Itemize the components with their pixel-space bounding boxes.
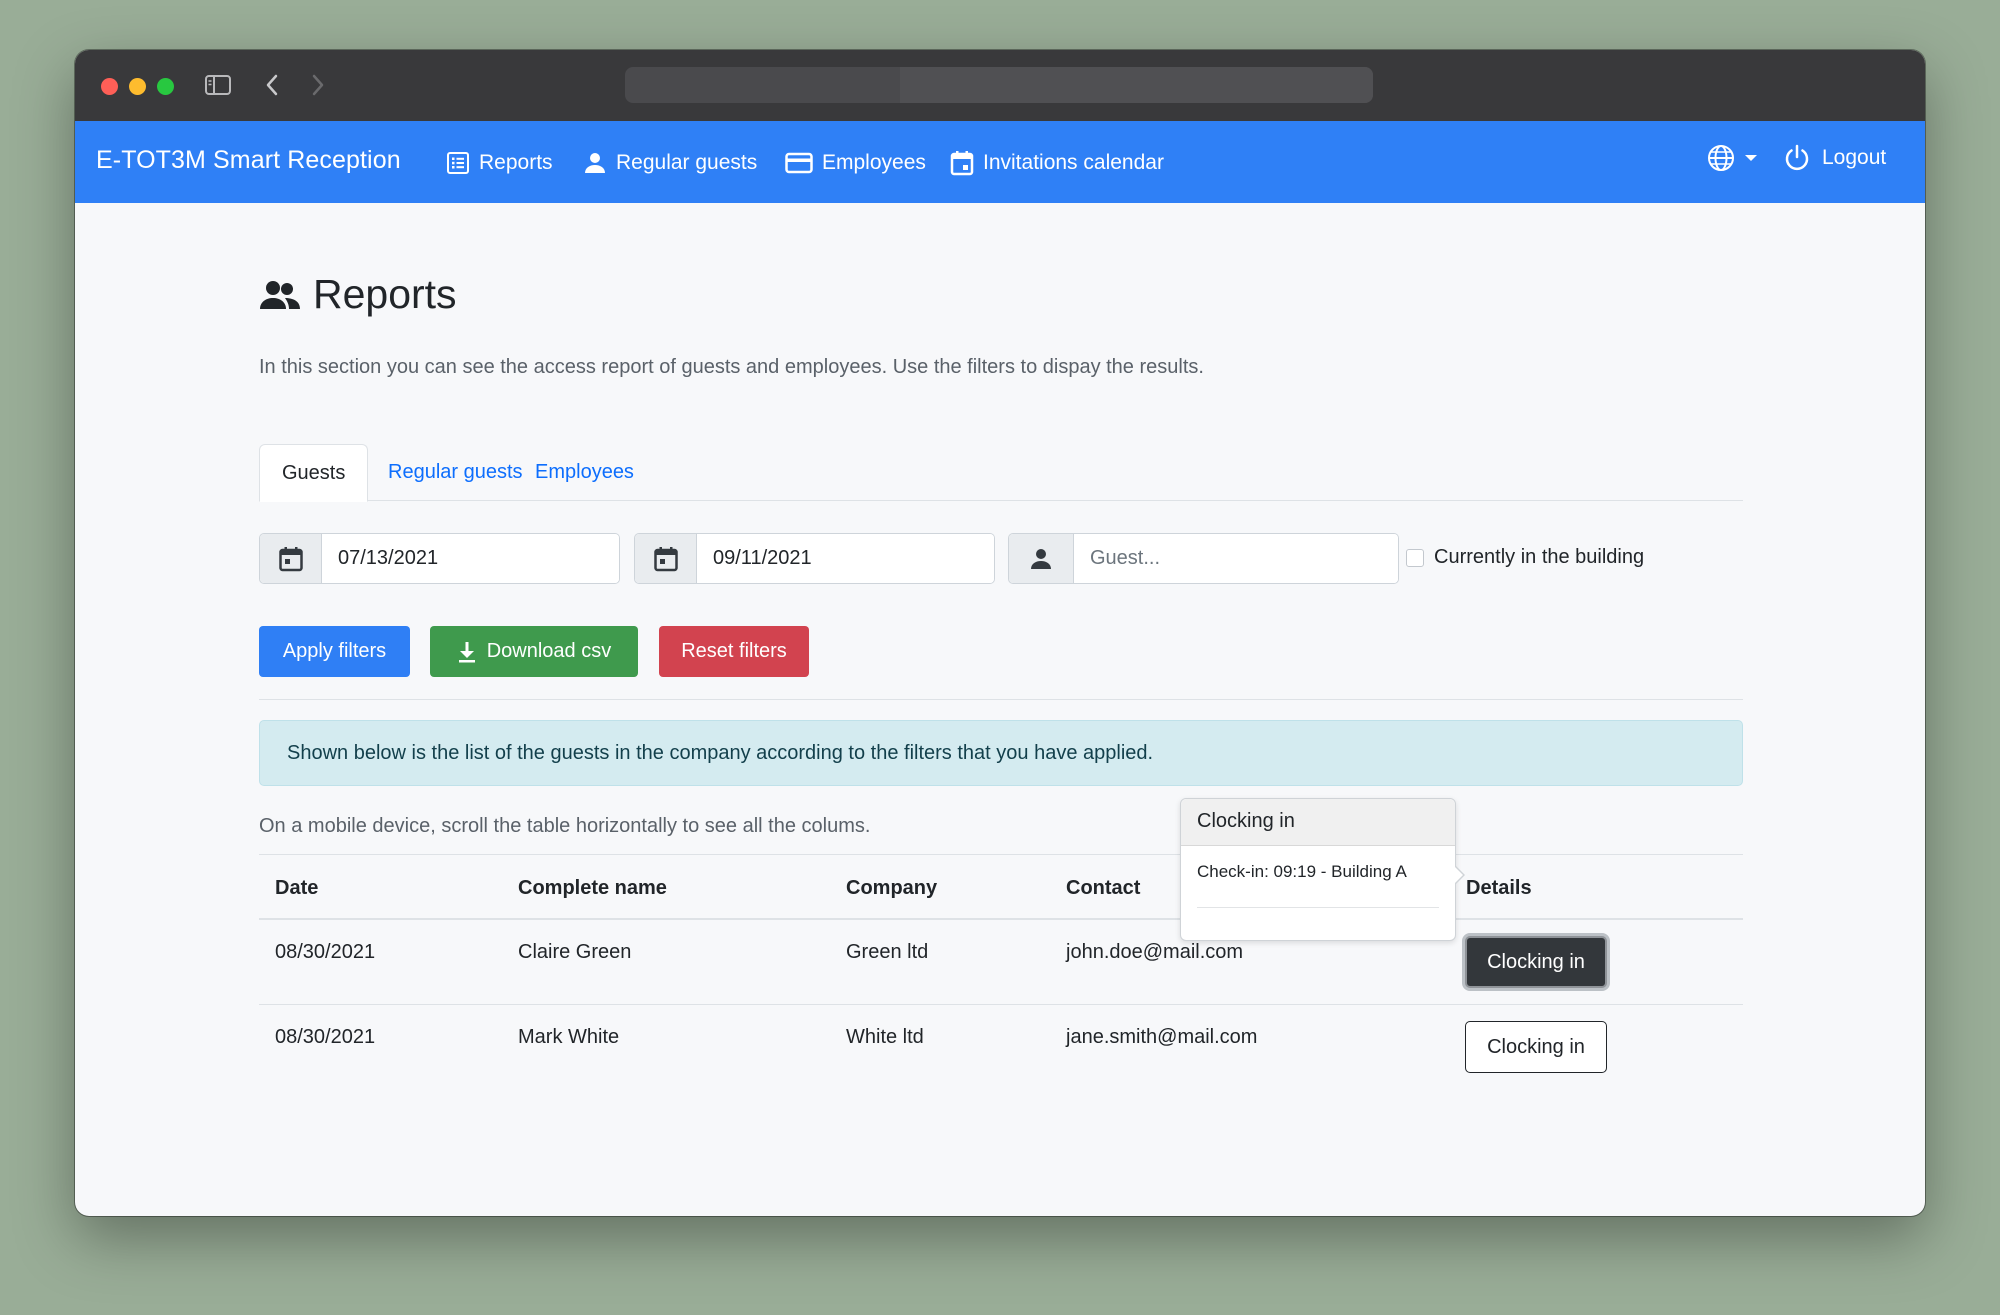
nav-regular-guests[interactable]: Regular guests xyxy=(583,148,757,178)
nav-reports[interactable]: Reports xyxy=(446,148,553,178)
report-tabs: Guests Regular guests Employees xyxy=(259,444,1743,502)
cell-company: Green ltd xyxy=(846,941,929,963)
guests-table: Date Complete name Company Contact Detai… xyxy=(259,854,1743,1090)
power-icon xyxy=(1785,144,1809,171)
download-icon xyxy=(458,641,475,662)
calendar-icon xyxy=(950,151,974,176)
nav-regular-guests-label: Regular guests xyxy=(616,151,758,174)
header-details: Details xyxy=(1466,877,1532,899)
clocking-in-button[interactable]: Clocking in xyxy=(1465,1021,1607,1073)
forward-arrow-icon[interactable] xyxy=(301,68,335,102)
back-arrow-icon[interactable] xyxy=(255,68,289,102)
top-navbar: E-TOT3M Smart Reception Reports Regular … xyxy=(75,121,1925,203)
cell-contact: john.doe@mail.com xyxy=(1066,941,1244,963)
nav-employees-label: Employees xyxy=(822,151,926,174)
maximize-window-button[interactable] xyxy=(157,78,174,95)
page-title: Reports xyxy=(259,271,457,318)
guest-search-group xyxy=(1008,533,1399,584)
header-contact: Contact xyxy=(1066,877,1141,899)
currently-in-building-label: Currently in the building xyxy=(1434,546,1645,568)
popover-title: Clocking in xyxy=(1181,799,1455,846)
clocking-in-button[interactable]: Clocking in xyxy=(1465,936,1607,988)
cell-name: Claire Green xyxy=(518,941,632,963)
main-content: Reports In this section you can see the … xyxy=(75,203,1925,1216)
apply-filters-button[interactable]: Apply filters xyxy=(259,626,410,677)
currently-in-building-checkbox[interactable]: Currently in the building xyxy=(1406,546,1644,569)
globe-icon xyxy=(1708,145,1734,171)
date-to-input[interactable] xyxy=(697,534,994,583)
language-dropdown[interactable] xyxy=(1707,141,1757,175)
list-icon xyxy=(447,152,469,174)
logout-link[interactable]: Logout xyxy=(1784,141,1886,175)
date-to-group xyxy=(634,533,995,584)
cell-name: Mark White xyxy=(518,1026,620,1048)
mobile-scroll-note: On a mobile device, scroll the table hor… xyxy=(259,815,871,837)
date-from-group xyxy=(259,533,620,584)
info-alert: Shown below is the list of the guests in… xyxy=(259,720,1743,786)
divider xyxy=(259,699,1743,700)
nav-invitations-calendar-label: Invitations calendar xyxy=(983,151,1164,174)
checkbox-box[interactable] xyxy=(1406,548,1424,567)
browser-window: E-TOT3M Smart Reception Reports Regular … xyxy=(75,50,1925,1216)
logout-label: Logout xyxy=(1822,146,1887,169)
minimize-window-button[interactable] xyxy=(129,78,146,95)
nav-employees[interactable]: Employees xyxy=(785,148,926,178)
table-header: Date Complete name Company Contact Detai… xyxy=(259,854,1743,920)
popover-arrow xyxy=(1454,865,1465,885)
header-date: Date xyxy=(275,877,319,899)
calendar-icon xyxy=(635,534,697,583)
popover-divider xyxy=(1197,907,1439,908)
close-window-button[interactable] xyxy=(101,78,118,95)
nav-reports-label: Reports xyxy=(479,151,553,174)
sidebar-toggle-icon[interactable] xyxy=(201,68,235,102)
cell-contact: jane.smith@mail.com xyxy=(1066,1026,1258,1048)
download-csv-label: Download csv xyxy=(486,640,612,662)
download-csv-button[interactable]: Download csv xyxy=(430,626,638,677)
popover-body: Check-in: 09:19 - Building A xyxy=(1197,862,1407,881)
reset-filters-button[interactable]: Reset filters xyxy=(659,626,809,677)
date-from-input[interactable] xyxy=(322,534,619,583)
cell-date: 08/30/2021 xyxy=(275,1026,376,1048)
header-company: Company xyxy=(846,877,938,899)
calendar-icon xyxy=(260,534,322,583)
address-bar[interactable] xyxy=(625,67,1373,103)
caret-down-icon xyxy=(1745,155,1757,161)
nav-invitations-calendar[interactable]: Invitations calendar xyxy=(950,148,1164,178)
page-description: In this section you can see the access r… xyxy=(259,356,1204,378)
cell-company: White ltd xyxy=(846,1026,924,1048)
person-icon xyxy=(1009,534,1074,583)
page-title-text: Reports xyxy=(313,271,457,317)
brand-link[interactable]: E-TOT3M Smart Reception xyxy=(96,146,401,175)
people-icon xyxy=(260,280,300,309)
header-complete-name: Complete name xyxy=(518,877,667,899)
table-row: 08/30/2021 Claire Green Green ltd john.d… xyxy=(259,920,1743,1005)
tab-employees[interactable]: Employees xyxy=(513,444,656,501)
tab-guests[interactable]: Guests xyxy=(259,444,369,502)
person-icon xyxy=(585,153,605,173)
clocking-in-popover: Clocking in Check-in: 09:19 - Building A xyxy=(1180,798,1465,941)
table-row: 08/30/2021 Mark White White ltd jane.smi… xyxy=(259,1005,1743,1090)
browser-titlebar xyxy=(75,50,1925,121)
cell-date: 08/30/2021 xyxy=(275,941,376,963)
card-icon xyxy=(785,152,813,174)
guest-search-input[interactable] xyxy=(1074,534,1398,583)
